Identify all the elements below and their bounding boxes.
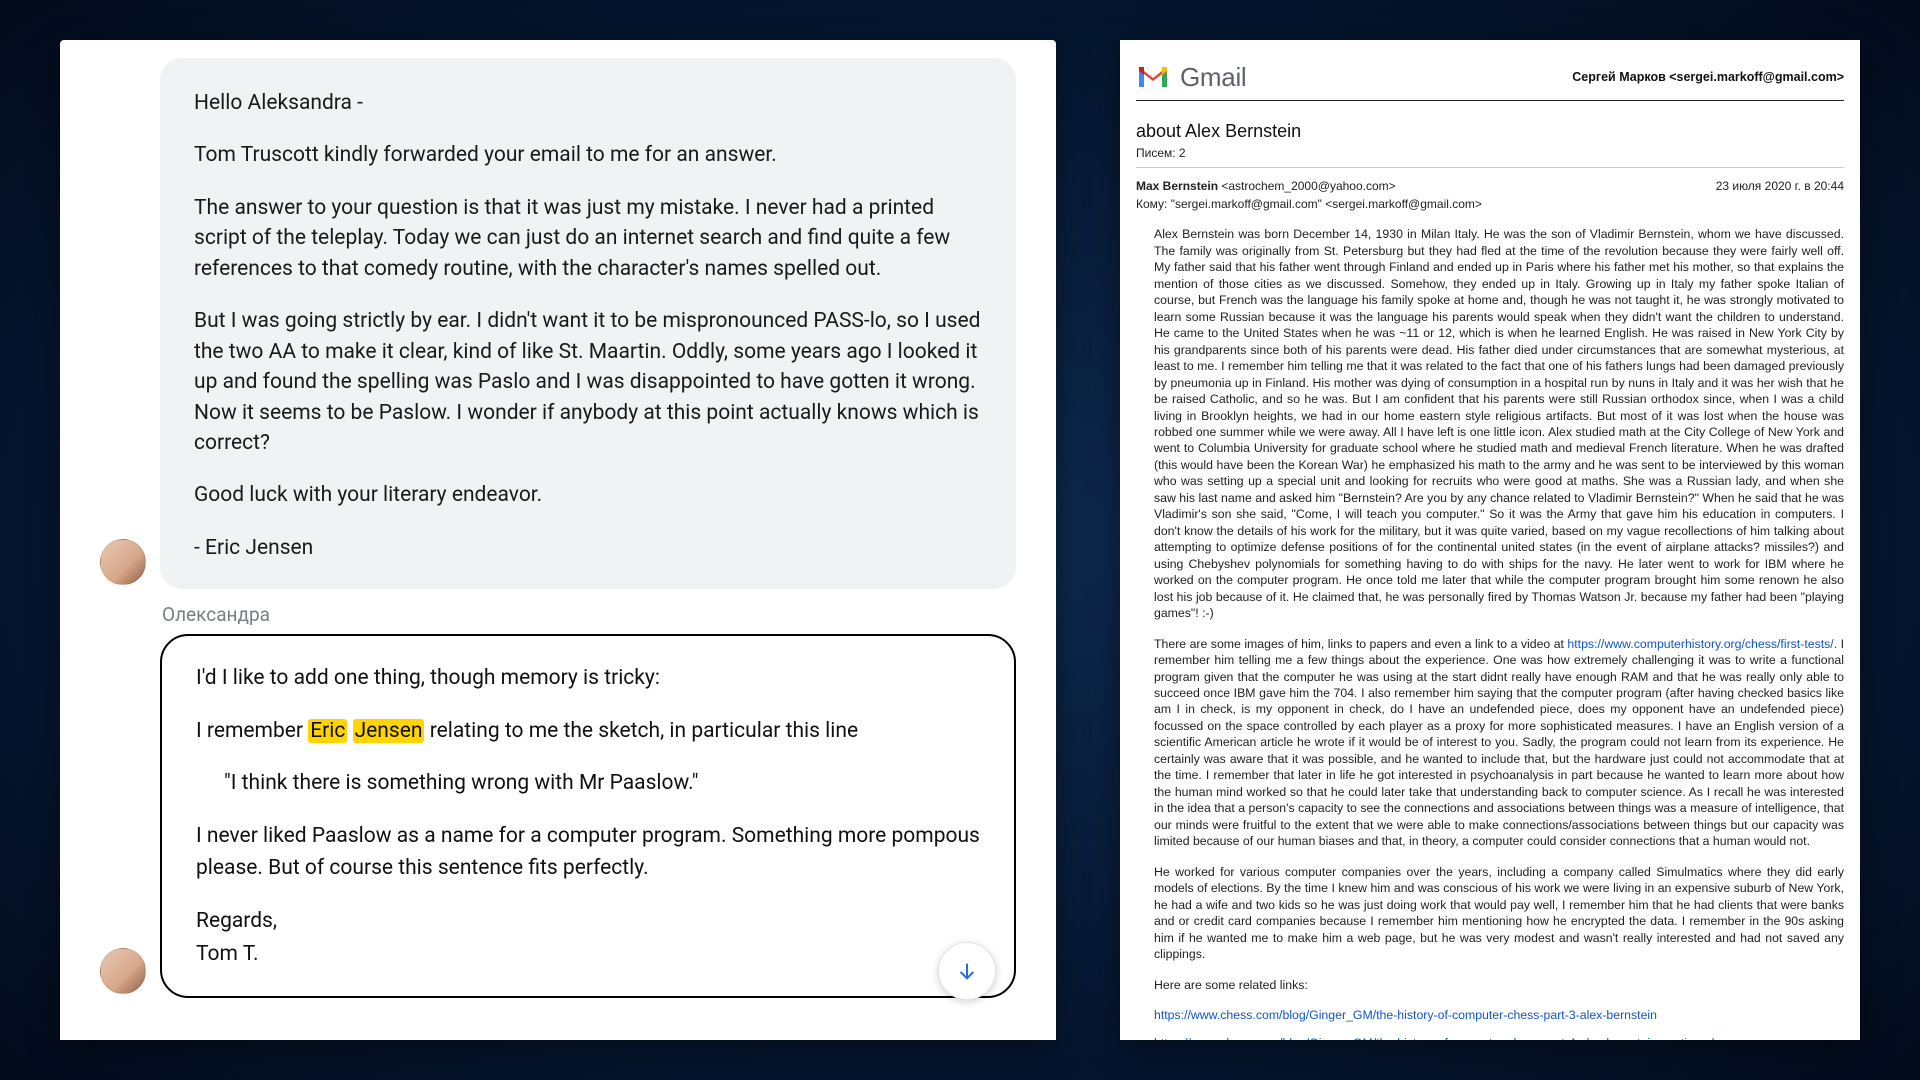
gmail-logo: Gmail <box>1136 60 1246 95</box>
mail-from: Max Bernstein <astrochem_2000@yahoo.com> <box>1136 178 1396 194</box>
msg-text: But I was going strictly by ear. I didn'… <box>194 306 982 458</box>
mail-body: Alex Bernstein was born December 14, 193… <box>1154 226 1844 1040</box>
msg-signature: - Eric Jensen <box>194 533 982 563</box>
sender-label: Олександра <box>162 603 1056 626</box>
msg-text: Tom Truscott kindly forwarded your email… <box>194 140 982 170</box>
msg-text: Regards, <box>196 909 277 933</box>
from-name: Max Bernstein <box>1136 179 1218 193</box>
msg-text: relating to me the sketch, in particular… <box>424 719 858 743</box>
mail-link[interactable]: https://www.computerhistory.org/chess/fi… <box>1567 637 1833 651</box>
msg-text: I remember Eric Jensen relating to me th… <box>196 715 980 748</box>
chat-panel: Hello Aleksandra - Tom Truscott kindly f… <box>60 40 1056 1040</box>
msg-text: Good luck with your literary endeavor. <box>194 480 982 510</box>
gmail-icon <box>1136 64 1170 90</box>
gmail-header: Gmail Сергей Марков <sergei.markoff@gmai… <box>1136 54 1844 101</box>
message-bubble-outlined: I'd I like to add one thing, though memo… <box>160 634 1016 998</box>
msg-text: I'd I like to add one thing, though memo… <box>196 662 980 695</box>
related-links: https://www.chess.com/blog/Ginger_GM/the… <box>1154 1007 1844 1040</box>
scroll-down-button[interactable] <box>938 942 996 1000</box>
msg-text: The answer to your question is that it w… <box>194 193 982 284</box>
mail-subject: about Alex Bernstein <box>1136 119 1844 143</box>
msg-text: Tom T. <box>196 942 259 966</box>
mail-date: 23 июля 2020 г. в 20:44 <box>1716 178 1844 194</box>
mail-text: There are some images of him, links to p… <box>1154 637 1567 651</box>
message-1: Hello Aleksandra - Tom Truscott kindly f… <box>60 58 1056 589</box>
mail-paragraph: There are some images of him, links to p… <box>1154 636 1844 850</box>
mail-meta-row: Max Bernstein <astrochem_2000@yahoo.com>… <box>1136 178 1844 194</box>
highlight: Jensen <box>353 719 425 743</box>
highlight: Eric <box>308 719 347 743</box>
mail-link[interactable]: https://www.chess.com/blog/Ginger_GM/the… <box>1154 1008 1657 1022</box>
quoted-line: "I think there is something wrong with M… <box>196 767 980 800</box>
gmail-print-panel: Gmail Сергей Марков <sergei.markoff@gmai… <box>1120 40 1860 1040</box>
mail-link[interactable]: https://www.chess.com/blog/Ginger_GM/the… <box>1154 1036 1714 1040</box>
msg-text: Hello Aleksandra - <box>194 88 982 118</box>
mail-paragraph: Here are some related links: <box>1154 977 1844 993</box>
avatar <box>100 948 146 994</box>
mail-paragraph: Alex Bernstein was born December 14, 193… <box>1154 226 1844 621</box>
mail-to: Кому: "sergei.markoff@gmail.com" <sergei… <box>1136 196 1844 212</box>
message-2: I'd I like to add one thing, though memo… <box>60 634 1056 998</box>
msg-text: I remember <box>196 719 308 743</box>
mail-text: . I remember him telling me a few things… <box>1154 637 1844 849</box>
message-bubble-grey: Hello Aleksandra - Tom Truscott kindly f… <box>160 58 1016 589</box>
thread-count: Писем: 2 <box>1136 145 1844 161</box>
msg-text <box>347 719 352 743</box>
arrow-down-icon <box>956 960 978 982</box>
from-address: <astrochem_2000@yahoo.com> <box>1218 179 1396 193</box>
gmail-word: Gmail <box>1180 60 1246 95</box>
msg-signature: Regards, Tom T. <box>196 905 980 970</box>
mail-paragraph: He worked for various computer companies… <box>1154 864 1844 963</box>
account-label: Сергей Марков <sergei.markoff@gmail.com> <box>1572 69 1844 86</box>
divider <box>1136 167 1844 168</box>
msg-text: I never liked Paaslow as a name for a co… <box>196 820 980 885</box>
avatar <box>100 539 146 585</box>
